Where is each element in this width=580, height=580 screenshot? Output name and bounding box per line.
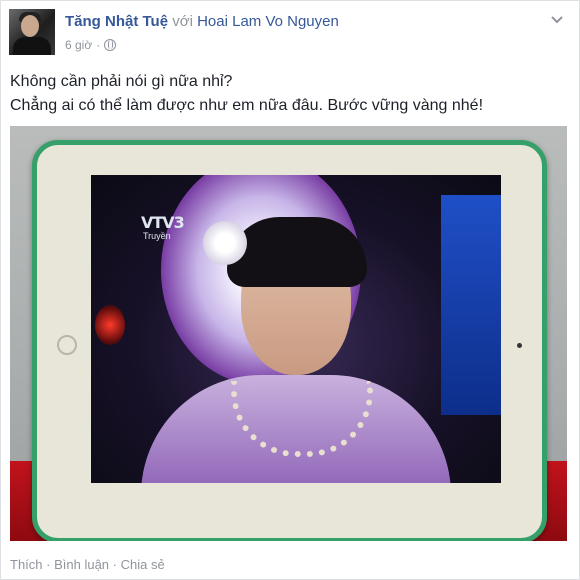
share-button[interactable]: Chia sẻ bbox=[121, 557, 165, 572]
stage-light bbox=[95, 305, 125, 345]
meta-separator: · bbox=[96, 38, 101, 52]
post-photo[interactable]: VTV3 Truyền bbox=[10, 126, 567, 541]
action-separator: · bbox=[112, 557, 118, 572]
like-button[interactable]: Thích bbox=[10, 557, 43, 572]
post-actions: Thích · Bình luận · Chia sẻ bbox=[10, 557, 165, 572]
post-header: Tăng Nhật Tuệ với Hoai Lam Vo Nguyen bbox=[65, 13, 339, 30]
author-name-link[interactable]: Tăng Nhật Tuệ bbox=[65, 13, 168, 30]
tv-channel-subtext: Truyền bbox=[143, 231, 171, 241]
with-text: với bbox=[172, 13, 193, 30]
tagged-friend-link[interactable]: Hoai Lam Vo Nguyen bbox=[197, 13, 339, 30]
avatar-body bbox=[13, 37, 51, 55]
tablet-device: VTV3 Truyền bbox=[32, 140, 547, 541]
post-text-line-1: Không cần phải nói gì nữa nhỉ? bbox=[10, 73, 233, 90]
tv-screen: VTV3 Truyền bbox=[91, 175, 501, 483]
post-timestamp[interactable]: 6 giờ bbox=[65, 38, 92, 52]
globe-icon[interactable] bbox=[104, 39, 117, 51]
tablet-camera bbox=[517, 343, 522, 348]
post-text-line-2: Chẳng ai có thể làm được như em nữa đâu.… bbox=[10, 97, 484, 114]
action-separator: · bbox=[46, 557, 51, 572]
avatar-head bbox=[21, 15, 39, 37]
chevron-down-icon[interactable] bbox=[549, 11, 565, 27]
post-meta: 6 giờ · bbox=[65, 38, 117, 52]
post-card: Tăng Nhật Tuệ với Hoai Lam Vo Nguyen 6 g… bbox=[0, 0, 580, 580]
hair-flower bbox=[203, 221, 247, 265]
comment-button[interactable]: Bình luận bbox=[54, 557, 109, 572]
tv-channel-logo: VTV3 bbox=[141, 213, 185, 232]
avatar[interactable] bbox=[9, 9, 55, 55]
post-text: Không cần phải nói gì nữa nhỉ? Chẳng ai … bbox=[10, 70, 483, 118]
performer-hair bbox=[227, 217, 367, 287]
stage-backdrop bbox=[441, 195, 501, 415]
tablet-home-button bbox=[57, 335, 77, 355]
